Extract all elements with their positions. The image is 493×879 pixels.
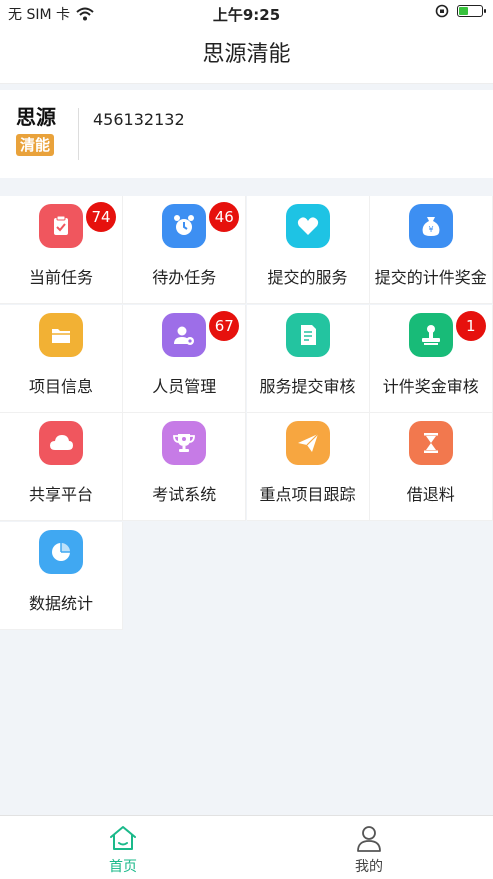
grid-item-label: 借退料 <box>406 485 455 504</box>
stamp-icon <box>408 312 453 357</box>
tab-mine[interactable]: 我的 <box>246 816 492 879</box>
user-settings-icon <box>162 312 207 357</box>
grid-item[interactable]: 项目信息 <box>0 304 123 413</box>
grid-item-label: 提交的服务 <box>267 268 348 287</box>
person-icon <box>357 826 381 852</box>
grid-item[interactable]: ¥ 提交的计件奖金 <box>369 196 493 304</box>
badge-count: 67 <box>209 310 240 341</box>
profile-divider <box>78 108 79 160</box>
grid-item[interactable]: 提交的服务 <box>246 196 370 304</box>
status-time: 上午9:25 <box>212 6 281 24</box>
grid-item[interactable]: 重点项目跟踪 <box>246 413 370 521</box>
badge-count: 46 <box>209 202 240 232</box>
cloud-icon <box>39 421 83 465</box>
grid-item[interactable]: 数据统计 <box>0 521 123 630</box>
money-bag-icon: ¥ <box>408 204 453 248</box>
nav-bar: 思源清能 <box>0 26 493 84</box>
grid-item-label: 人员管理 <box>152 376 217 396</box>
grid-item[interactable]: 46 待办任务 <box>123 196 247 304</box>
grid-item-label: 考试系统 <box>152 485 217 504</box>
account-number: 456132132 <box>93 110 185 129</box>
grid-item-label: 计件奖金审核 <box>382 376 479 396</box>
logo-text-top: 思源 <box>16 105 56 129</box>
trophy-icon <box>162 421 207 465</box>
logo-text-bottom: 清能 <box>16 134 55 156</box>
tab-home-label: 首页 <box>109 859 137 875</box>
badge-count: 1 <box>455 310 486 341</box>
grid-item-label: 当前任务 <box>28 268 93 287</box>
folder-icon <box>39 312 83 357</box>
grid-item-label: 数据统计 <box>28 593 93 613</box>
grid-item[interactable]: 共享平台 <box>0 413 123 521</box>
grid-item-label: 项目信息 <box>28 376 93 396</box>
grid-item-label: 共享平台 <box>28 485 93 504</box>
svg-text:¥: ¥ <box>428 225 433 234</box>
grid-item[interactable]: 1 计件奖金审核 <box>369 304 493 413</box>
badge-count: 74 <box>86 202 116 232</box>
heart-icon <box>285 204 330 248</box>
battery-icon <box>457 5 486 17</box>
tab-mine-label: 我的 <box>355 859 383 875</box>
grid-item[interactable]: 74 当前任务 <box>0 196 123 304</box>
alarm-clock-icon <box>162 204 207 248</box>
grid-item-label: 重点项目跟踪 <box>259 485 356 504</box>
profile-card[interactable]: 思源 清能 456132132 <box>0 90 493 178</box>
page-title: 思源清能 <box>202 42 291 67</box>
home-icon <box>110 826 136 850</box>
company-logo: 思源 清能 <box>16 106 66 162</box>
status-bar: 无 SIM 卡 上午9:25 <box>0 0 493 26</box>
paper-plane-icon <box>285 421 330 465</box>
hourglass-icon <box>408 421 453 465</box>
tab-home[interactable]: 首页 <box>0 816 246 879</box>
grid-item[interactable]: 服务提交审核 <box>246 304 370 413</box>
document-icon <box>285 312 330 357</box>
pie-chart-icon <box>39 529 83 574</box>
grid-item-label: 待办任务 <box>152 268 217 287</box>
grid-item[interactable]: 考试系统 <box>123 413 247 521</box>
grid-item-label: 提交的计件奖金 <box>374 268 487 287</box>
grid-item[interactable]: 67 人员管理 <box>123 304 247 413</box>
grid-item[interactable]: 借退料 <box>369 413 493 521</box>
grid-item-label: 服务提交审核 <box>259 376 356 396</box>
orientation-lock-icon <box>435 4 449 18</box>
clipboard-check-icon <box>39 204 83 248</box>
battery-fill <box>459 7 469 15</box>
tab-bar: 首页 我的 <box>0 815 493 879</box>
status-right <box>435 4 486 18</box>
